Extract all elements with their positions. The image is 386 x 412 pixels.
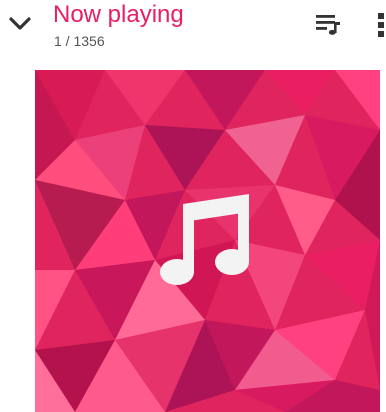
collapse-button[interactable] xyxy=(6,10,34,38)
more-vertical-icon xyxy=(378,13,384,37)
queue-position: 1 / 1356 xyxy=(54,33,105,49)
album-art xyxy=(35,70,380,412)
music-note-icon xyxy=(155,190,255,290)
chevron-down-icon xyxy=(9,17,31,30)
playlist-icon xyxy=(316,15,340,35)
more-options-button[interactable] xyxy=(372,8,386,40)
now-playing-header: Now playing 1 / 1356 xyxy=(0,0,386,60)
queue-button[interactable] xyxy=(314,10,342,38)
page-title: Now playing xyxy=(53,1,184,28)
